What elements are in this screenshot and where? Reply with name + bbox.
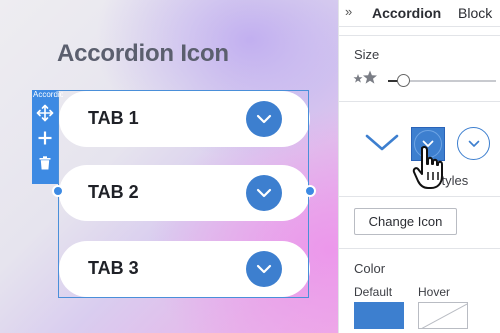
panel-tab-bar: » Accordion Block [339, 0, 500, 27]
style-option-chevron-icon[interactable] [365, 132, 399, 157]
star-size-icon [353, 70, 379, 89]
color-label: Color [354, 261, 386, 276]
divider [339, 196, 500, 197]
move-icon[interactable] [32, 100, 58, 125]
block-toolbar-label: Accordion [33, 90, 63, 99]
hand-pointer-cursor-icon [412, 145, 450, 196]
editor-canvas: Accordion Icon TAB 1 TAB 2 TAB 3 Accordi… [0, 0, 338, 333]
block-selection-outline [58, 90, 309, 298]
add-icon[interactable] [32, 125, 58, 150]
style-option-outline-circle-chevron-icon[interactable] [457, 127, 490, 160]
color-default-label: Default [354, 285, 393, 299]
resize-handle-right[interactable] [304, 185, 316, 197]
hover-color-swatch[interactable] [418, 302, 468, 329]
size-slider-thumb[interactable] [397, 74, 410, 87]
default-color-swatch[interactable] [354, 302, 404, 329]
color-hover-label: Hover [418, 285, 451, 299]
size-label: Size [354, 47, 380, 62]
resize-handle-left[interactable] [52, 185, 64, 197]
tab-block[interactable]: Block [458, 5, 492, 21]
change-icon-button[interactable]: Change Icon [354, 208, 457, 235]
divider [339, 248, 500, 249]
page-title: Accordion Icon [57, 40, 229, 67]
divider [339, 35, 500, 36]
block-toolbar: Accordion [32, 90, 63, 184]
trash-icon[interactable] [32, 150, 58, 175]
divider [339, 101, 500, 102]
tab-accordion[interactable]: Accordion [372, 5, 441, 21]
double-chevron-right-icon[interactable]: » [345, 4, 352, 19]
